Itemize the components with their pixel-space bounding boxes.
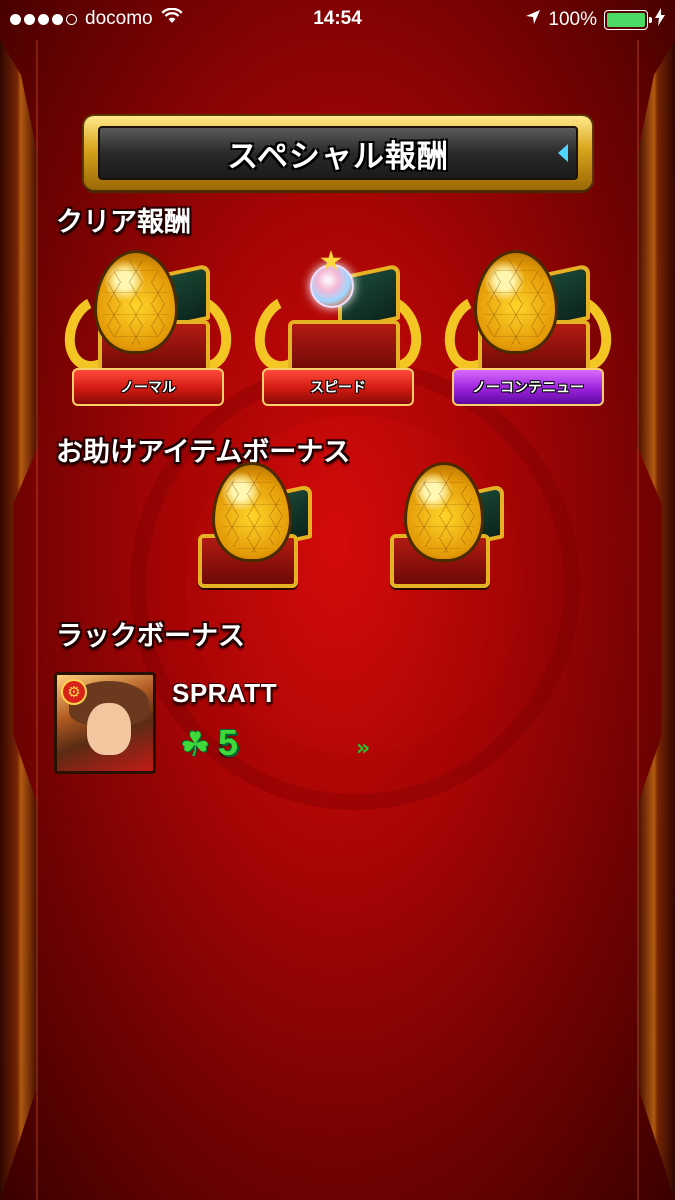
element-badge-icon: ⚙ bbox=[61, 679, 87, 705]
reward-ribbon-speed: スピード bbox=[262, 368, 414, 406]
page-title: スペシャル報酬 bbox=[227, 138, 449, 175]
reward-no-continue[interactable]: ノーコンテニュー bbox=[434, 246, 622, 416]
clear-reward-heading: クリア報酬 bbox=[56, 207, 191, 238]
status-bar: docomo 14:54 100% bbox=[0, 0, 675, 38]
frame-left-decoration bbox=[0, 40, 38, 1200]
reward-screen: docomo 14:54 100% スペシャル報酬 クリア報酬 ノーマル スピー… bbox=[0, 0, 675, 1200]
reward-ribbon-no-continue: ノーコンテニュー bbox=[452, 368, 604, 406]
double-arrow-icon: » bbox=[356, 736, 370, 761]
reward-speed[interactable]: スピード bbox=[244, 246, 432, 416]
golden-egg-icon bbox=[404, 462, 484, 562]
clover-icon: ☘ bbox=[180, 725, 211, 765]
golden-egg-icon bbox=[94, 250, 178, 354]
reward-normal[interactable]: ノーマル bbox=[54, 246, 242, 416]
title-banner: スペシャル報酬 bbox=[84, 116, 592, 190]
luck-bonus-heading: ラックボーナス bbox=[56, 621, 245, 652]
character-avatar[interactable]: ⚙ bbox=[54, 672, 156, 774]
golden-egg-icon bbox=[212, 462, 292, 562]
helper-bonus-heading: お助けアイテムボーナス bbox=[56, 437, 351, 468]
rainbow-orb-icon bbox=[310, 264, 354, 308]
golden-egg-icon bbox=[474, 250, 558, 354]
frame-right-decoration bbox=[637, 40, 675, 1200]
helper-bonus-item-1[interactable] bbox=[190, 462, 324, 598]
battery-percent: 100% bbox=[548, 9, 597, 30]
reward-ribbon-normal: ノーマル bbox=[72, 368, 224, 406]
luck-bonus-row[interactable]: ⚙ SPRATT ☘ 5 » bbox=[54, 672, 414, 776]
player-name: SPRATT bbox=[172, 678, 278, 708]
avatar-face bbox=[87, 703, 131, 755]
battery-icon bbox=[604, 10, 652, 30]
location-arrow-icon bbox=[525, 9, 541, 31]
luck-value: 5 bbox=[218, 722, 239, 763]
helper-bonus-item-2[interactable] bbox=[382, 462, 516, 598]
charging-bolt-icon bbox=[655, 8, 665, 32]
